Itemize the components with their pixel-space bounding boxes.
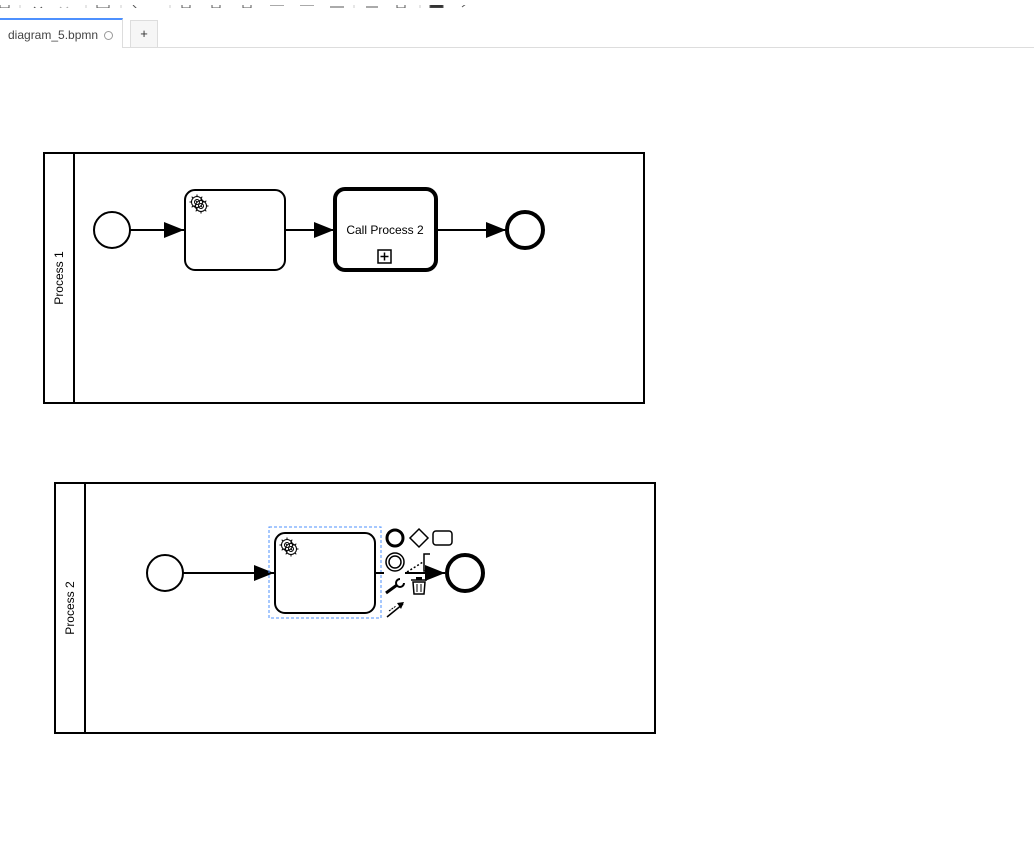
minimap-icon[interactable] [429,0,444,8]
tab-diagram[interactable]: diagram_5.bpmn [0,18,123,48]
align-left-icon[interactable] [181,0,191,8]
collapsed-subprocess-plus-icon [377,249,392,264]
pool-label: Process 1 [52,251,66,305]
intermediate-event-icon[interactable] [385,552,405,572]
lasso-icon[interactable] [396,0,406,8]
start-event[interactable] [146,554,184,592]
add-tab-button[interactable]: + [130,20,158,48]
undo-icon[interactable] [33,6,43,8]
align-right-icon[interactable] [242,0,252,8]
circle-icon [104,31,113,40]
wrench-icon[interactable] [385,578,405,595]
tab-label: diagram_5.bpmn [8,28,99,42]
delete-icon[interactable] [411,577,427,595]
redo-icon[interactable] [59,6,69,8]
gateway-icon[interactable] [408,527,430,549]
end-event[interactable] [505,210,545,250]
text-annotation-icon[interactable] [406,553,430,573]
diagram-canvas[interactable]: Process 1 Call Process 2 Process 2 [0,48,1034,865]
edit-icon[interactable] [132,4,137,8]
task-icon[interactable] [432,530,453,546]
toolbar [0,0,1034,8]
connect-icon[interactable] [386,602,404,618]
image-icon[interactable] [96,0,110,8]
end-event[interactable] [445,553,485,593]
start-event[interactable] [93,211,131,249]
save-icon[interactable] [0,0,10,8]
align-center-icon[interactable] [211,0,221,8]
pool-label: Process 2 [63,581,77,635]
call-activity-label: Call Process 2 [346,223,424,237]
end-event-icon[interactable] [385,528,405,548]
pool-process-1[interactable]: Process 1 Call Process 2 [43,152,645,404]
deploy-icon[interactable] [461,3,467,8]
pool-process-2[interactable]: Process 2 [54,482,656,734]
tab-bar: diagram_5.bpmn + [0,18,1034,48]
toolbar-icons [0,0,467,8]
